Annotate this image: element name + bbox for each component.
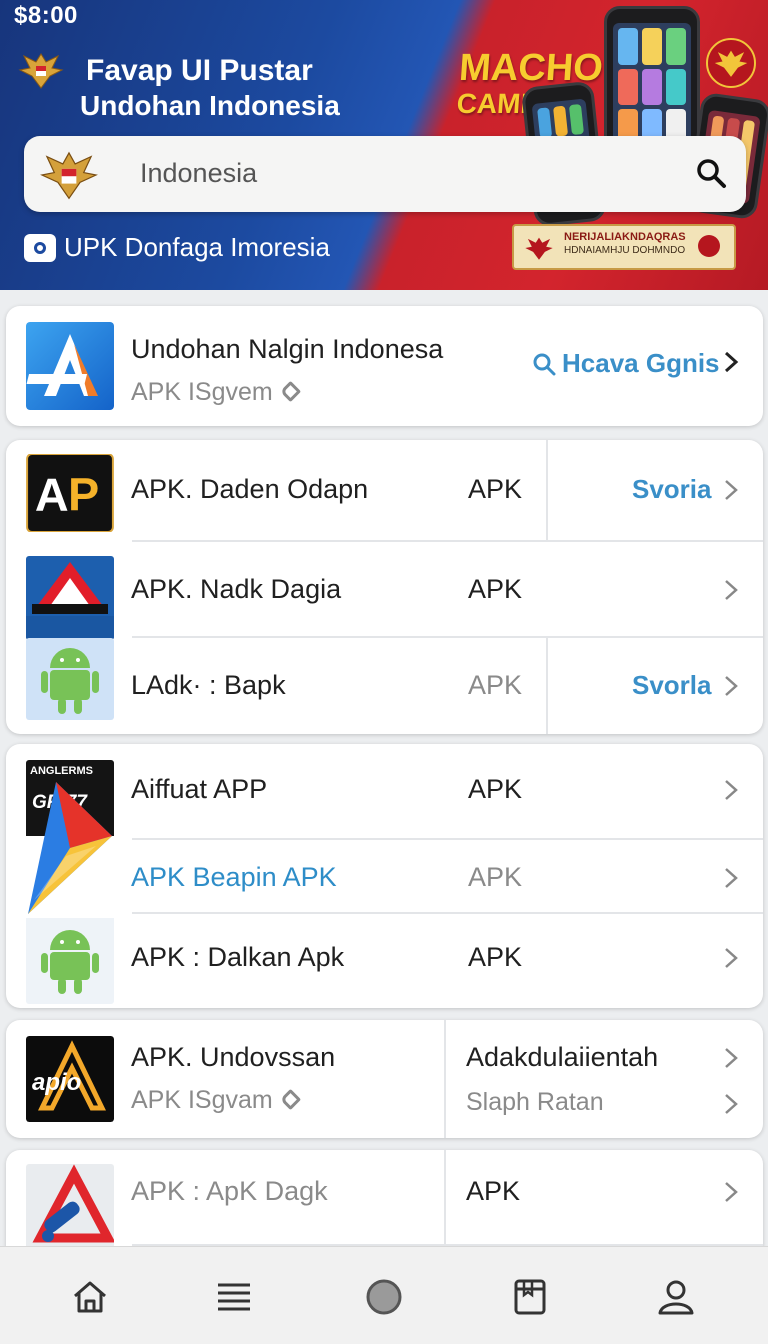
chevron-right-icon[interactable] [719, 866, 743, 890]
chevron-right-icon[interactable] [719, 778, 743, 802]
list-item-name: LAdk· : Bapk [131, 670, 286, 700]
list-item-kind: APK [468, 474, 523, 504]
list-item-kind: APK [468, 942, 523, 972]
secondary-title: Adakdulaiientah [466, 1042, 659, 1072]
red-a-icon [26, 556, 114, 640]
list-item-kind: APK [468, 774, 523, 804]
search-icon [533, 353, 556, 375]
home-icon[interactable] [70, 1277, 110, 1317]
list-item[interactable]: A P APK. Daden Odapn APK Svoria [6, 440, 763, 542]
app-title: Favap UI Pustar [86, 54, 313, 87]
apio-logo-icon: apio [26, 1036, 114, 1122]
svg-text:A: A [35, 469, 69, 521]
list-item-sub: APK ISgvam [131, 1086, 301, 1115]
list-item-kind: APK [466, 1176, 521, 1206]
chevron-right-icon[interactable] [719, 674, 743, 698]
list-item-action[interactable]: Svoria [632, 474, 712, 505]
list-item-name: Aiffuat APP [131, 774, 268, 804]
list-item-kind: APK [468, 670, 523, 700]
app-icon-a [26, 322, 114, 410]
bottom-nav [0, 1246, 768, 1344]
garuda-badge-icon [706, 38, 756, 88]
header-note[interactable]: UPK Donfaga Imoresia [24, 232, 330, 263]
garuda-emblem-icon [525, 237, 553, 260]
featured-action-link[interactable]: Hcava Ggnis [532, 348, 720, 379]
garuda-emblem-icon [40, 151, 98, 200]
android-icon [26, 638, 114, 720]
ap-logo-icon: A P [26, 454, 114, 532]
app-subtitle: Undohan Indonesia [80, 90, 340, 121]
circle-icon[interactable] [364, 1277, 404, 1317]
column-divider [444, 1020, 446, 1138]
secondary-sub: Slaph Ratan [466, 1088, 604, 1116]
list-item-name: APK. Undovssan [131, 1042, 336, 1072]
featured-action-label: Hcava Ggnis [562, 348, 720, 378]
featured-name: Undohan Nalgin Indonesa [131, 334, 444, 364]
status-time: $8:00 [14, 2, 78, 29]
menu-icon[interactable] [214, 1277, 254, 1317]
camera-icon [24, 233, 56, 262]
list-item[interactable]: APK : Dalkan Apk APK [6, 914, 763, 1008]
list-item[interactable]: LAdk· : Bapk APK Svorla [6, 638, 763, 734]
search-bar[interactable]: Indonesia [24, 136, 746, 212]
chevron-right-icon[interactable] [719, 1046, 743, 1070]
promo-ticket: NERIJALIAKNDAQRAS HDNAIAMHJU DOHMNDO [512, 224, 736, 270]
tag-icon [279, 1088, 301, 1111]
app-list-card-4[interactable]: APK : ApK Dagk APK [6, 1150, 763, 1260]
app-list-card-3[interactable]: apio APK. Undovssan APK ISgvam Adakdulai… [6, 1020, 763, 1138]
garuda-emblem-icon [18, 53, 64, 89]
list-item[interactable]: Aiffuat APP APK [6, 744, 763, 840]
seal-icon [698, 235, 720, 257]
chevron-right-icon[interactable] [719, 350, 743, 374]
wrench-triangle-icon [26, 1164, 114, 1254]
chevron-right-icon[interactable] [719, 1092, 743, 1116]
list-item[interactable]: APK. Nadk Dagia APK [6, 542, 763, 640]
app-list-card-2: ANGLERMS GR 77 Aiffuat APP APK APK Beapi… [6, 744, 763, 1008]
list-item[interactable]: APK Beapin APK APK [6, 840, 763, 914]
chevron-right-icon[interactable] [719, 478, 743, 502]
list-item-name: APK : Dalkan Apk [131, 942, 345, 972]
profile-icon[interactable] [656, 1277, 696, 1317]
featured-sub: APK ISgvem [131, 378, 301, 407]
list-item-action[interactable]: Svorla [632, 670, 712, 701]
tag-icon [279, 380, 301, 403]
app-list-card-1: A P APK. Daden Odapn APK Svoria APK. Nad… [6, 440, 763, 734]
chevron-right-icon[interactable] [719, 1180, 743, 1204]
list-item-kind: APK [468, 862, 523, 892]
search-icon[interactable] [694, 156, 728, 190]
chevron-right-icon[interactable] [719, 578, 743, 602]
search-input[interactable]: Indonesia [140, 158, 257, 189]
header-banner: $8:00 Favap UI Pustar Undohan Indonesia … [0, 0, 768, 290]
list-item-name: APK. Daden Odapn [131, 474, 369, 504]
featured-card[interactable]: Undohan Nalgin Indonesa APK ISgvem Hcava… [6, 306, 763, 426]
svg-text:apio: apio [32, 1069, 81, 1096]
chevron-right-icon[interactable] [719, 946, 743, 970]
list-item-name: APK Beapin APK [131, 862, 337, 892]
list-item-name: APK : ApK Dagk [131, 1176, 328, 1206]
book-icon[interactable] [510, 1277, 550, 1317]
list-item-kind: APK [468, 574, 523, 604]
header-note-label: UPK Donfaga Imoresia [64, 232, 330, 262]
list-item-name: APK. Nadk Dagia [131, 574, 342, 604]
svg-text:P: P [68, 469, 99, 521]
